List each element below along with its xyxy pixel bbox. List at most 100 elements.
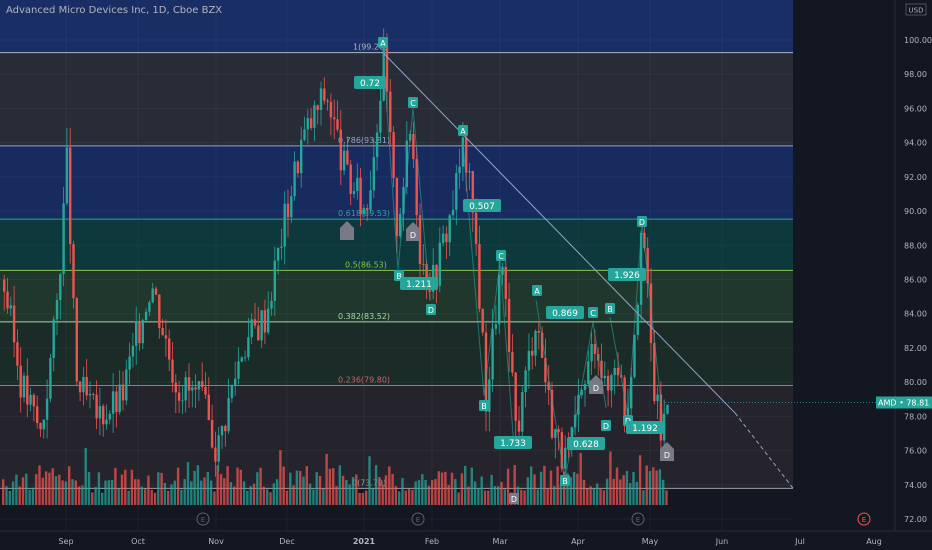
candle-body (161, 328, 164, 336)
candle-body (422, 263, 425, 265)
candle-body (49, 357, 52, 399)
candle-body (257, 325, 260, 341)
earnings-text: E (416, 516, 420, 524)
price-tick-label: 86.00 (904, 275, 927, 284)
volume-bar (444, 471, 447, 505)
fib-zone (0, 321, 793, 386)
candle-body (144, 311, 148, 321)
candle-body (26, 375, 29, 405)
volume-bar (58, 474, 61, 505)
price-tick-label: 98.00 (904, 70, 927, 79)
candle-body (253, 319, 257, 326)
label-text: C (498, 252, 504, 261)
volume-bar (642, 490, 645, 505)
volume-bar (200, 480, 203, 505)
candle-body (158, 294, 161, 329)
volume-bar (87, 472, 91, 505)
volume-bar (378, 477, 381, 505)
volume-bar (51, 468, 54, 505)
candle-body (534, 331, 537, 356)
volume-bar (84, 447, 87, 505)
volume-bar (335, 486, 338, 505)
volume-bar (325, 453, 328, 505)
volume-bar (530, 466, 533, 505)
candle-body (36, 406, 39, 423)
volume-bar (305, 466, 308, 505)
volume-bar (322, 489, 325, 505)
volume-bar (605, 478, 609, 505)
volume-bar (490, 474, 493, 505)
volume-bar (338, 465, 341, 505)
volume-bar (18, 486, 21, 505)
volume-bar (21, 477, 25, 505)
volume-bar (473, 481, 477, 505)
candle-body (234, 378, 237, 386)
price-tick-label: 74.00 (904, 481, 927, 490)
time-label-Mar: Mar (492, 537, 508, 546)
candle-body (118, 384, 121, 412)
candle-body (507, 298, 511, 352)
candle-body (498, 274, 501, 325)
candle-body (3, 279, 6, 292)
candle-body (72, 244, 75, 299)
candle-body (415, 159, 418, 216)
time-label-Jun: Jun (715, 537, 729, 546)
label-text: D (410, 231, 416, 240)
candle-body (29, 394, 32, 405)
volume-bar (609, 451, 612, 505)
candle-body (227, 397, 230, 432)
volume-bar (160, 472, 163, 505)
volume-bar (602, 490, 605, 505)
volume-bar (117, 488, 120, 505)
volume-bar (110, 479, 114, 505)
candle-body (524, 370, 527, 393)
label-text: D (664, 451, 670, 460)
volume-bar (470, 467, 473, 505)
volume-bar (28, 489, 31, 505)
volume-bar (292, 485, 295, 505)
volume-bar (48, 472, 51, 505)
candle-body (151, 288, 154, 303)
candle-body (593, 344, 597, 354)
time-label-Aug: Aug (866, 537, 882, 546)
volume-bar (615, 467, 619, 505)
volume-bar (256, 472, 259, 505)
candle-body (610, 375, 613, 391)
candle-body (267, 308, 270, 333)
volume-bar (612, 478, 615, 505)
price-tick-label: 92.00 (904, 173, 927, 182)
volume-bar (25, 473, 28, 505)
volume-bar (421, 474, 424, 505)
volume-bar (150, 489, 153, 505)
pattern-label-A: A (378, 37, 388, 48)
volume-bar (114, 467, 117, 505)
candle-body (148, 302, 151, 312)
candle-body (276, 247, 280, 261)
volume-bar (391, 473, 394, 505)
volume-bar (417, 480, 421, 505)
volume-bar (332, 468, 335, 505)
volume-bar (407, 488, 411, 505)
pattern-label-B: B (605, 303, 615, 314)
volume-bar (163, 482, 167, 505)
volume-bar (223, 478, 226, 505)
volume-bar (450, 472, 454, 505)
volume-bar (411, 489, 414, 505)
price-tick-label: 76.00 (904, 447, 927, 456)
candle-body (481, 308, 484, 333)
ratio-label-1.211: 1.211 (400, 277, 438, 290)
candle-body (270, 300, 273, 309)
volume-bar (543, 465, 546, 505)
time-label-Nov: Nov (208, 537, 224, 546)
candle-body (339, 129, 342, 171)
candle-body (474, 212, 478, 245)
candle-body (263, 310, 267, 333)
candle-body (250, 319, 253, 338)
volume-bar (460, 473, 464, 505)
candle-body (69, 147, 72, 245)
volume-bar (81, 485, 84, 505)
ratio-text: 0.628 (573, 440, 599, 450)
volume-bar (582, 479, 586, 505)
volume-bar (345, 480, 348, 505)
candle-body (564, 447, 567, 469)
